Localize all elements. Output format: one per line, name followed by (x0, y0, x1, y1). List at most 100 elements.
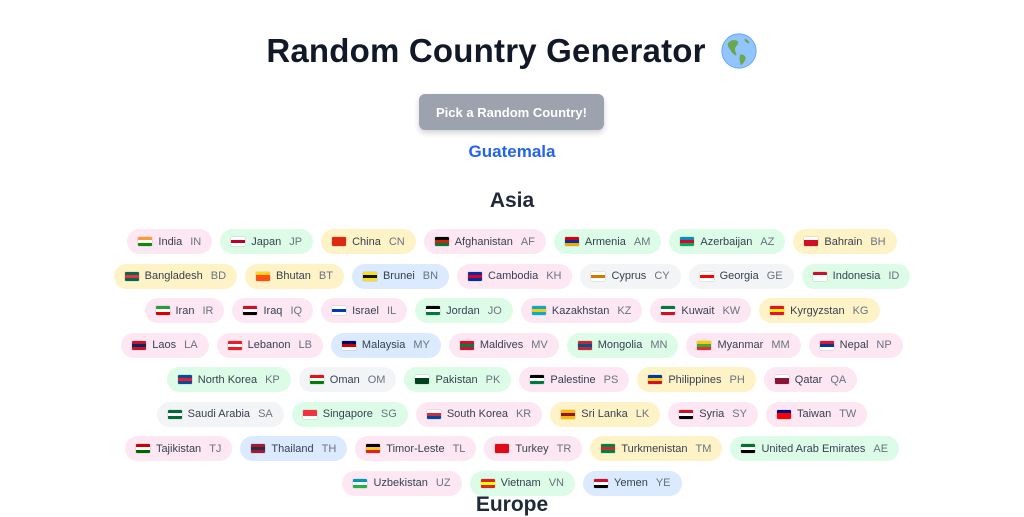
flag-icon (468, 271, 483, 281)
country-name: Kyrgyzstan (790, 304, 845, 317)
country-chip[interactable]: Timor-Leste TL (355, 436, 477, 461)
flag-icon (601, 444, 616, 453)
country-chip[interactable]: Singapore SG (291, 401, 408, 427)
country-chip[interactable]: Cambodia KH (457, 263, 573, 289)
country-name: Bahrain (824, 235, 863, 248)
country-chip[interactable]: Palestine PS (519, 367, 630, 392)
flag-icon (332, 306, 347, 315)
country-chip[interactable]: Iraq IQ (232, 298, 314, 323)
country-name: Cambodia (488, 270, 539, 282)
country-name: Bhutan (276, 270, 311, 282)
country-chip[interactable]: North Korea KP (166, 367, 291, 392)
country-chip[interactable]: Israel IL (321, 298, 408, 323)
country-chip[interactable]: China CN (321, 229, 416, 254)
country-name: Afghanistan (454, 235, 513, 248)
page: Random Country Generator Pick a Random C… (0, 0, 1024, 516)
flag-icon (434, 237, 449, 246)
pick-random-country-button[interactable]: Pick a Random Country! (419, 94, 604, 130)
country-chip[interactable]: Armenia AM (553, 229, 662, 254)
country-chip[interactable]: Philippines PH (637, 367, 756, 392)
country-chip[interactable]: Sri Lanka LK (550, 401, 661, 427)
country-chip[interactable]: Afghanistan AF (423, 229, 546, 254)
country-code: AZ (760, 235, 775, 248)
flag-icon (564, 237, 579, 246)
country-chip[interactable]: Uzbekistan UZ (342, 470, 462, 496)
flag-icon (167, 409, 182, 419)
country-name: South Korea (446, 408, 508, 420)
flag-icon (577, 340, 592, 350)
country-code: PH (729, 373, 745, 386)
country-name: Iraq (263, 304, 283, 317)
country-chip[interactable]: Iran IR (144, 298, 225, 323)
country-chip[interactable]: Cyprus CY (580, 263, 681, 289)
country-chip[interactable]: Saudi Arabia SA (156, 401, 284, 427)
country-chip[interactable]: United Arab Emirates AE (730, 436, 900, 461)
flag-icon (770, 306, 785, 315)
country-chip[interactable]: Bahrain BH (793, 229, 897, 254)
country-name: Armenia (584, 235, 626, 248)
flag-icon (459, 340, 474, 350)
country-name: India (158, 235, 183, 248)
flag-icon (341, 340, 356, 350)
flag-icon (155, 306, 170, 315)
country-name: Nepal (839, 339, 869, 351)
header: Random Country Generator (0, 32, 1024, 70)
flag-icon (309, 375, 324, 384)
country-name: Tajikistan (155, 442, 202, 455)
country-chip[interactable]: Georgia GE (688, 263, 794, 289)
flag-icon (819, 340, 834, 350)
country-chip[interactable]: Indonesia ID (801, 263, 911, 289)
country-chip[interactable]: Turkey TR (484, 436, 583, 461)
country-chip[interactable]: Kazakhstan KZ (520, 298, 643, 323)
country-chip[interactable]: India IN (127, 229, 213, 254)
country-chip[interactable]: Jordan JO (415, 298, 513, 323)
country-chip[interactable]: Syria SY (668, 401, 758, 427)
country-code: CN (388, 235, 405, 248)
country-chip[interactable]: Japan JP (220, 229, 314, 254)
flag-icon (679, 409, 694, 419)
flag-icon (594, 478, 608, 488)
flag-icon (138, 237, 153, 246)
country-chip[interactable]: Lebanon LB (216, 332, 323, 358)
flag-icon (302, 409, 317, 419)
country-code: JP (289, 235, 303, 248)
country-chip[interactable]: South Korea KR (415, 401, 543, 427)
country-chip[interactable]: Azerbaijan AZ (669, 229, 786, 254)
country-chip[interactable]: Nepal NP (808, 332, 903, 358)
country-code: PK (485, 373, 501, 386)
country-code: TW (839, 408, 857, 420)
country-name: Saudi Arabia (187, 408, 251, 420)
country-code: CY (654, 270, 670, 282)
country-chip[interactable]: Qatar QA (763, 367, 858, 392)
country-chip[interactable]: Tajikistan TJ (124, 436, 233, 461)
country-chip[interactable]: Bangladesh BD (113, 263, 238, 289)
country-chip[interactable]: Turkmenistan TM (590, 436, 723, 461)
country-chip[interactable]: Malaysia MY (330, 332, 441, 358)
country-chip[interactable]: Oman OM (298, 367, 397, 392)
country-chip[interactable]: Kuwait KW (650, 298, 752, 323)
country-code: AM (633, 235, 651, 248)
country-chip[interactable]: Brunei BN (351, 263, 450, 289)
country-code: LB (298, 339, 312, 351)
country-name: China (352, 235, 381, 248)
country-chip[interactable]: Yemen YE (583, 470, 682, 496)
country-code: BT (318, 270, 333, 282)
country-chip[interactable]: Taiwan TW (765, 401, 868, 427)
country-code: KR (515, 408, 532, 420)
country-chip[interactable]: Myanmar MM (686, 332, 801, 358)
country-chip[interactable]: Thailand TH (240, 436, 348, 461)
country-name: Jordan (446, 304, 480, 317)
country-chip[interactable]: Laos LA (121, 332, 209, 358)
country-chip[interactable]: Pakistan PK (404, 367, 512, 392)
country-chip[interactable]: Vietnam VN (469, 470, 575, 496)
country-name: Cyprus (611, 270, 647, 282)
country-name: Syria (699, 408, 725, 420)
country-chip[interactable]: Bhutan BT (245, 263, 344, 289)
country-chip[interactable]: Mongolia MN (566, 332, 679, 358)
country-name: Myanmar (717, 339, 764, 351)
country-chip[interactable]: Maldives MV (448, 332, 559, 358)
country-chip[interactable]: Kyrgyzstan KG (759, 298, 880, 323)
country-name: Iran (175, 304, 195, 317)
flag-icon (591, 271, 606, 281)
country-name: Georgia (719, 270, 759, 282)
